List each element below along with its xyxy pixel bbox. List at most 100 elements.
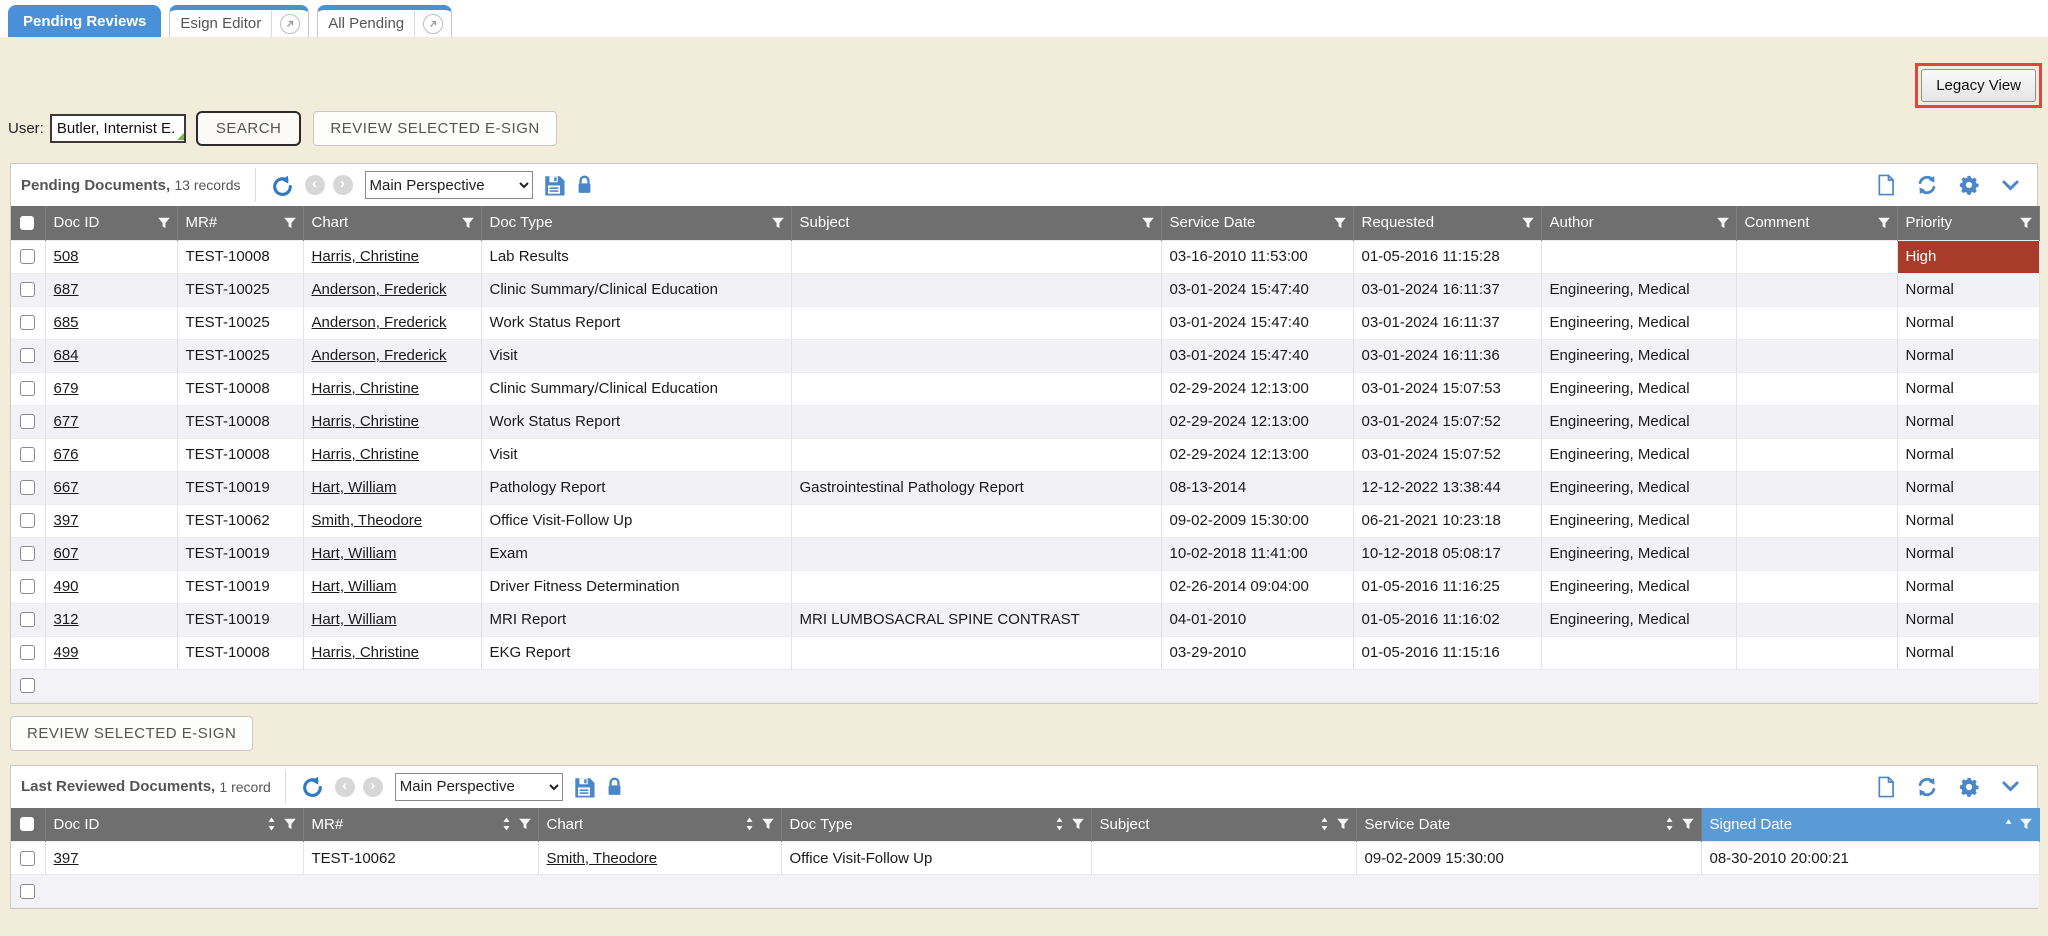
row-checkbox[interactable]: [20, 678, 35, 693]
doc-id-link[interactable]: 607: [54, 545, 79, 562]
filter-icon[interactable]: [157, 216, 171, 230]
refresh-icon[interactable]: [1916, 174, 1938, 196]
next-page-icon[interactable]: ›: [363, 777, 383, 797]
review-selected-esign-button-bottom[interactable]: REVIEW SELECTED E-SIGN: [10, 716, 253, 751]
chart-link[interactable]: Harris, Christine: [312, 380, 420, 397]
column-header[interactable]: Doc ID: [45, 808, 303, 842]
filter-icon[interactable]: [283, 817, 297, 831]
doc-id-link[interactable]: 685: [54, 314, 79, 331]
sort-icon[interactable]: [1318, 816, 1331, 832]
doc-id-link[interactable]: 684: [54, 347, 79, 364]
row-checkbox[interactable]: [20, 480, 35, 495]
column-header[interactable]: Service Date: [1356, 808, 1701, 842]
row-checkbox[interactable]: [20, 381, 35, 396]
doc-id-link[interactable]: 499: [54, 644, 79, 661]
column-header[interactable]: Doc Type: [781, 808, 1091, 842]
chart-link[interactable]: Harris, Christine: [312, 644, 420, 661]
doc-id-link[interactable]: 667: [54, 479, 79, 496]
filter-icon[interactable]: [1681, 817, 1695, 831]
chart-link[interactable]: Hart, William: [312, 479, 397, 496]
chart-link[interactable]: Anderson, Frederick: [312, 347, 447, 364]
doc-id-link[interactable]: 397: [54, 850, 79, 867]
filter-icon[interactable]: [1071, 817, 1085, 831]
row-checkbox[interactable]: [20, 884, 35, 899]
row-checkbox[interactable]: [20, 612, 35, 627]
save-perspective-icon[interactable]: [543, 174, 565, 196]
chart-link[interactable]: Harris, Christine: [312, 248, 420, 265]
column-header[interactable]: Subject: [1091, 808, 1356, 842]
refresh-icon[interactable]: [1916, 776, 1938, 798]
search-button[interactable]: SEARCH: [196, 111, 302, 146]
select-all-checkbox[interactable]: [20, 216, 34, 230]
save-perspective-icon[interactable]: [573, 776, 595, 798]
new-document-icon[interactable]: [1876, 174, 1896, 196]
filter-icon[interactable]: [1521, 216, 1535, 230]
doc-id-link[interactable]: 508: [54, 248, 79, 265]
filter-icon[interactable]: [461, 216, 475, 230]
chart-link[interactable]: Hart, William: [312, 611, 397, 628]
prev-page-icon[interactable]: ‹: [305, 175, 325, 195]
chart-link[interactable]: Smith, Theodore: [547, 850, 658, 867]
collapse-panel-icon[interactable]: [2000, 175, 2021, 196]
row-checkbox[interactable]: [20, 851, 35, 866]
doc-id-link[interactable]: 677: [54, 413, 79, 430]
select-all-checkbox[interactable]: [20, 817, 34, 831]
undo-icon[interactable]: [270, 173, 295, 198]
user-input[interactable]: [50, 114, 186, 143]
lock-icon[interactable]: [575, 174, 594, 196]
filter-icon[interactable]: [2019, 817, 2033, 831]
doc-id-link[interactable]: 312: [54, 611, 79, 628]
filter-icon[interactable]: [1333, 216, 1347, 230]
open-in-new-window-button[interactable]: [414, 10, 451, 37]
filter-icon[interactable]: [283, 216, 297, 230]
row-checkbox[interactable]: [20, 579, 35, 594]
doc-id-link[interactable]: 676: [54, 446, 79, 463]
open-in-new-window-button[interactable]: [271, 10, 308, 37]
row-checkbox[interactable]: [20, 282, 35, 297]
chart-link[interactable]: Smith, Theodore: [312, 512, 423, 529]
perspective-select[interactable]: Main Perspective: [395, 773, 563, 801]
settings-gear-icon[interactable]: [1958, 174, 1980, 196]
legacy-view-button[interactable]: Legacy View: [1921, 69, 2036, 102]
lock-icon[interactable]: [605, 776, 624, 798]
perspective-select[interactable]: Main Perspective: [365, 171, 533, 199]
chart-link[interactable]: Hart, William: [312, 578, 397, 595]
doc-id-link[interactable]: 397: [54, 512, 79, 529]
tab-all-pending[interactable]: All Pending: [317, 5, 452, 37]
sort-icon[interactable]: [265, 816, 278, 832]
doc-id-link[interactable]: 687: [54, 281, 79, 298]
chart-link[interactable]: Harris, Christine: [312, 413, 420, 430]
row-checkbox[interactable]: [20, 348, 35, 363]
chart-link[interactable]: Harris, Christine: [312, 446, 420, 463]
row-checkbox[interactable]: [20, 414, 35, 429]
collapse-panel-icon[interactable]: [2000, 776, 2021, 797]
new-document-icon[interactable]: [1876, 776, 1896, 798]
prev-page-icon[interactable]: ‹: [335, 777, 355, 797]
sort-icon[interactable]: [1053, 816, 1066, 832]
doc-id-link[interactable]: 490: [54, 578, 79, 595]
sort-icon[interactable]: [1663, 816, 1676, 832]
column-header[interactable]: Chart: [538, 808, 781, 842]
row-checkbox[interactable]: [20, 315, 35, 330]
sort-asc-icon[interactable]: [2003, 817, 2014, 828]
settings-gear-icon[interactable]: [1958, 776, 1980, 798]
row-checkbox[interactable]: [20, 249, 35, 264]
column-header[interactable]: MR#: [303, 808, 538, 842]
sort-icon[interactable]: [500, 816, 513, 832]
filter-icon[interactable]: [771, 216, 785, 230]
filter-icon[interactable]: [1336, 817, 1350, 831]
filter-icon[interactable]: [1141, 216, 1155, 230]
sort-icon[interactable]: [743, 816, 756, 832]
row-checkbox[interactable]: [20, 645, 35, 660]
row-checkbox[interactable]: [20, 546, 35, 561]
row-checkbox[interactable]: [20, 447, 35, 462]
filter-icon[interactable]: [1716, 216, 1730, 230]
filter-icon[interactable]: [518, 817, 532, 831]
next-page-icon[interactable]: ›: [333, 175, 353, 195]
chart-link[interactable]: Anderson, Frederick: [312, 281, 447, 298]
tab-esign-editor[interactable]: Esign Editor: [169, 5, 309, 37]
filter-icon[interactable]: [1877, 216, 1891, 230]
review-selected-esign-button-top[interactable]: REVIEW SELECTED E-SIGN: [313, 111, 556, 146]
chart-link[interactable]: Anderson, Frederick: [312, 314, 447, 331]
column-header[interactable]: Signed Date: [1701, 808, 2039, 842]
